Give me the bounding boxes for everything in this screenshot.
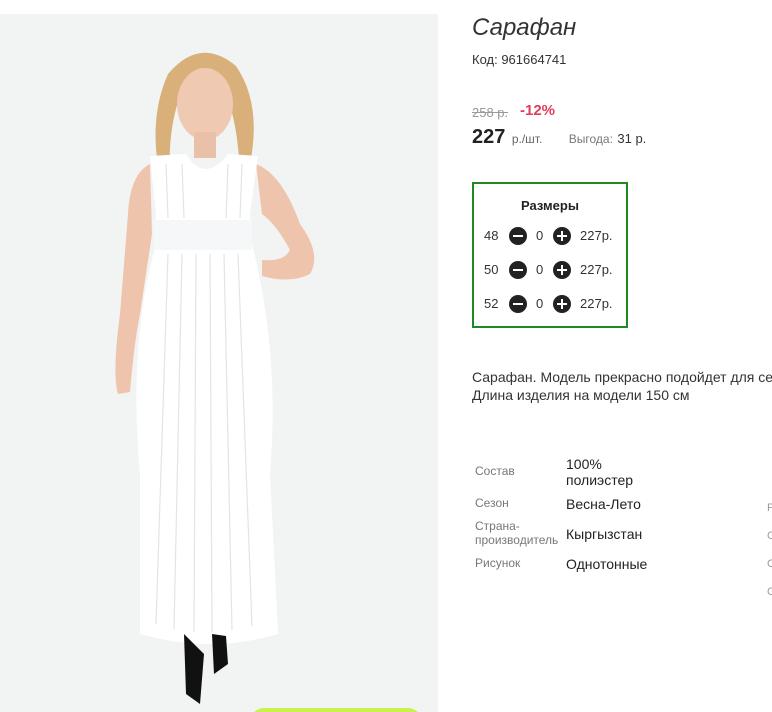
size-label: 50	[484, 262, 499, 277]
attr-label-country: Страна- производитель	[475, 519, 559, 547]
model-illustration	[115, 52, 315, 704]
attr-value-composition: 100% полиэстер	[566, 456, 634, 488]
price-unit: р./шт.	[511, 132, 543, 146]
size-row: 50 0 227р.	[484, 260, 624, 280]
attr-label-season: Сезон	[475, 496, 509, 510]
product-code: Код: 961664741	[472, 52, 567, 67]
clipped-text: Р	[767, 502, 772, 514]
product-description: Сарафан. Модель прекрасно подойдет для с…	[472, 368, 772, 404]
size-label: 52	[484, 296, 499, 311]
price-row: 227 р./шт. Выгода: 31 р.	[472, 126, 646, 149]
attr-value-season: Весна-Лето	[566, 496, 641, 512]
attr-value-country: Кыргызстан	[566, 526, 643, 542]
old-price: 258 р.	[472, 105, 509, 120]
clipped-text: С	[767, 586, 772, 598]
minus-icon[interactable]	[509, 227, 527, 245]
size-price: 227р.	[580, 228, 613, 243]
sizes-title: Размеры	[521, 198, 579, 213]
plus-icon[interactable]	[553, 295, 571, 313]
discount-badge: -12%	[520, 102, 556, 119]
product-title: Сарафан	[472, 14, 577, 41]
size-quantity: 0	[536, 262, 544, 277]
clipped-text: С	[767, 530, 772, 542]
size-price: 227р.	[580, 262, 613, 277]
size-label: 48	[484, 228, 499, 243]
attr-value-pattern: Однотонные	[566, 556, 648, 572]
description-line: Длина изделия на модели 150 см	[472, 387, 690, 403]
current-price: 227	[472, 126, 506, 148]
benefit-label: Выгода:	[568, 132, 613, 146]
sizes-box: Размеры 48 0 227р. 50 0 227р. 52 0 227р.	[472, 182, 628, 328]
size-price: 227р.	[580, 296, 613, 311]
minus-icon[interactable]	[509, 295, 527, 313]
size-quantity: 0	[536, 296, 544, 311]
size-row: 48 0 227р.	[484, 226, 624, 246]
benefit-value: 31 р.	[617, 131, 647, 146]
attr-label-pattern: Рисунок	[475, 556, 521, 570]
product-image[interactable]	[0, 14, 438, 712]
description-line: Сарафан. Модель прекрасно подойдет для с…	[472, 369, 772, 385]
size-row: 52 0 227р.	[484, 294, 624, 314]
plus-icon[interactable]	[553, 227, 571, 245]
plus-icon[interactable]	[553, 261, 571, 279]
attr-label-composition: Состав	[475, 464, 515, 478]
clipped-text: С	[767, 558, 772, 570]
size-quantity: 0	[536, 228, 544, 243]
add-to-cart-button-partial[interactable]	[250, 708, 422, 712]
minus-icon[interactable]	[509, 261, 527, 279]
